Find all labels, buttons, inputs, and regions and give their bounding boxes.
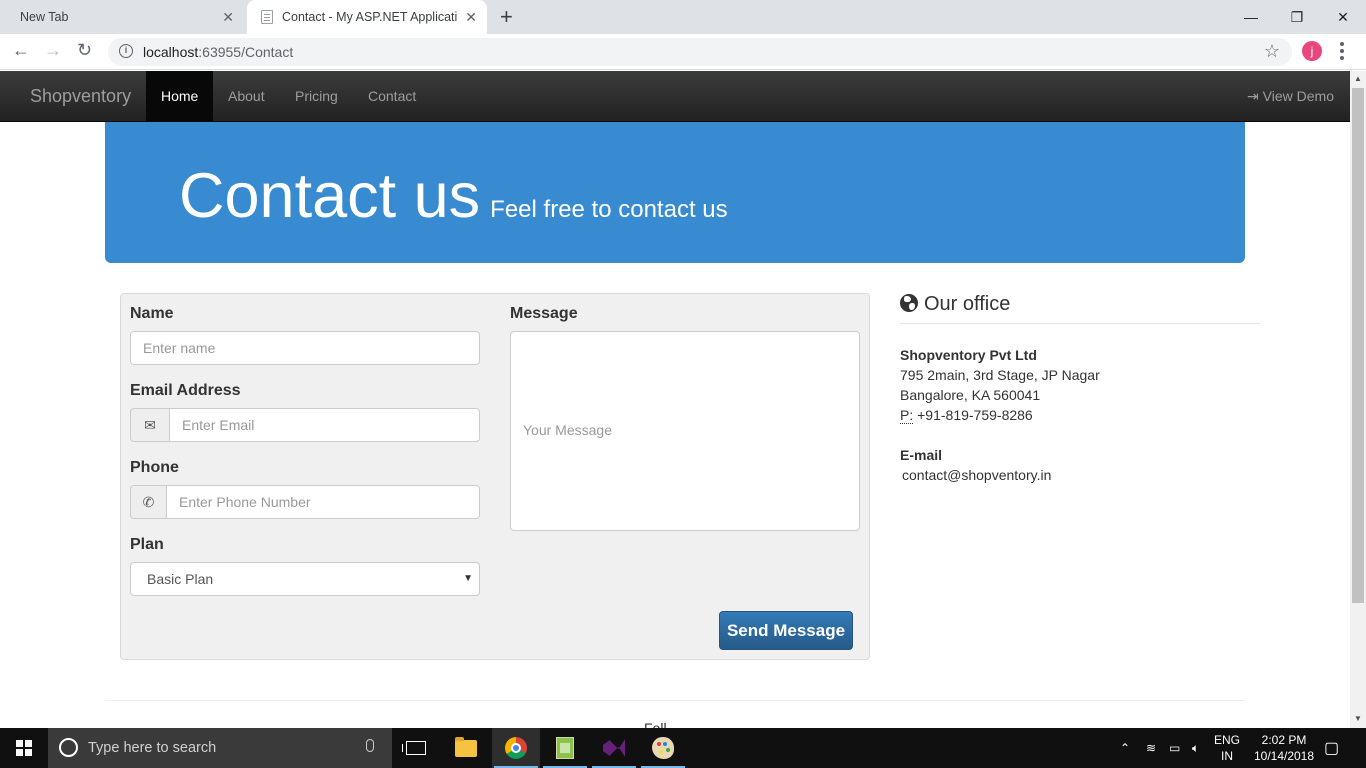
phone-label: Phone <box>130 459 179 476</box>
nav-pricing[interactable]: Pricing <box>280 71 353 121</box>
site-brand[interactable]: Shopventory <box>30 86 131 107</box>
sign-in-icon: ⇥ <box>1247 88 1263 104</box>
nav-contact[interactable]: Contact <box>353 71 431 121</box>
menu-kebab-icon[interactable] <box>1340 42 1344 60</box>
name-label: Name <box>130 305 174 322</box>
visual-studio-button[interactable] <box>590 728 638 768</box>
restore-button[interactable]: ❐ <box>1274 0 1320 34</box>
email-input[interactable]: Enter Email <box>169 408 480 442</box>
url-text[interactable]: localhost:63955/Contact <box>143 44 293 60</box>
folder-icon <box>455 736 477 757</box>
forward-arrow-icon[interactable]: → <box>44 40 62 61</box>
page-scrollbar[interactable]: ▲ ▼ <box>1350 71 1366 728</box>
clock-time: 2:02 PM <box>1261 733 1307 747</box>
phone-abbr: P: <box>900 407 914 424</box>
office-info: Our office Shopventory Pvt Ltd 795 2main… <box>900 293 1260 483</box>
close-window-button[interactable]: ✕ <box>1320 0 1366 34</box>
scroll-down-icon[interactable]: ▼ <box>1354 714 1362 723</box>
footer-divider <box>105 700 1245 701</box>
close-tab-icon[interactable]: ✕ <box>465 9 477 26</box>
address-bar[interactable]: i localhost:63955/Contact ☆ <box>108 38 1292 66</box>
reload-icon[interactable]: ↻ <box>77 40 92 61</box>
send-message-button[interactable]: Send Message <box>719 611 853 650</box>
scrollbar-thumb[interactable] <box>1352 88 1364 603</box>
browser-toolbar: ← → ↻ i localhost:63955/Contact ☆ j <box>0 34 1366 70</box>
cortana-icon <box>59 738 78 757</box>
chrome-icon <box>505 737 527 759</box>
plan-label: Plan <box>130 536 164 553</box>
task-view-icon <box>402 741 426 755</box>
back-arrow-icon[interactable]: ← <box>12 40 30 61</box>
scroll-up-icon[interactable]: ▲ <box>1354 74 1362 83</box>
windows-logo-icon <box>16 740 32 756</box>
phone-icon: ✆ <box>130 485 167 519</box>
office-address: Shopventory Pvt Ltd 795 2main, 3rd Stage… <box>900 345 1100 485</box>
plan-selected-value: Basic Plan <box>147 571 214 587</box>
notepad-button[interactable] <box>541 728 589 768</box>
page-title: Contact us Feel free to contact us <box>179 161 728 231</box>
office-phone: +91-819-759-8286 <box>917 407 1033 423</box>
globe-icon <box>900 294 918 312</box>
show-hidden-icons-icon[interactable]: ⌃ <box>1120 728 1130 768</box>
company-name: Shopventory Pvt Ltd <box>900 347 1037 363</box>
envelope-icon: ✉ <box>130 408 170 442</box>
battery-icon[interactable]: ▭ <box>1169 728 1180 768</box>
jumbotron: Contact us Feel free to contact us <box>105 122 1245 263</box>
info-icon[interactable]: i <box>119 44 133 58</box>
notifications-icon[interactable]: ▢ <box>1324 728 1339 768</box>
message-label: Message <box>510 305 578 322</box>
tab-contact[interactable]: Contact - My ASP.NET Application ✕ <box>247 0 487 34</box>
tab-strip: New Tab ✕ Contact - My ASP.NET Applicati… <box>0 0 1366 34</box>
network-icon[interactable]: ≋ <box>1146 728 1156 768</box>
file-explorer-button[interactable] <box>442 728 490 768</box>
plan-select[interactable]: Basic Plan ▼ <box>130 562 480 596</box>
search-placeholder: Type here to search <box>88 740 217 756</box>
taskbar-search[interactable]: Type here to search <box>48 728 392 768</box>
page-favicon-icon <box>261 10 273 24</box>
paint-button[interactable] <box>639 728 687 768</box>
office-heading: Our office <box>900 293 1260 324</box>
page-subtitle: Feel free to contact us <box>490 196 728 223</box>
minimize-button[interactable]: — <box>1228 0 1274 34</box>
page-viewport: Shopventory Home About Pricing Contact ⇥… <box>0 71 1350 728</box>
chevron-down-icon: ▼ <box>463 573 473 584</box>
windows-taskbar: Type here to search ⌃ ≋ ▭ 🔈︎ ENG IN 2:02 … <box>0 728 1366 768</box>
language-indicator[interactable]: ENG IN <box>1214 728 1240 768</box>
start-button[interactable] <box>0 728 48 768</box>
tab-title: New Tab <box>20 10 69 24</box>
contact-form: Name Enter name Email Address ✉ Enter Em… <box>120 293 870 660</box>
office-email-link[interactable]: contact@shopventory.in <box>902 467 1051 483</box>
visual-studio-icon <box>603 739 625 757</box>
nav-about[interactable]: About <box>213 71 280 121</box>
site-navbar: Shopventory Home About Pricing Contact ⇥… <box>0 71 1350 122</box>
nav-home[interactable]: Home <box>146 71 214 121</box>
clock-date: 10/14/2018 <box>1253 749 1315 763</box>
microphone-icon[interactable] <box>366 739 374 752</box>
notepad-icon <box>556 737 574 759</box>
email-label: Email Address <box>130 382 241 399</box>
paint-icon <box>652 737 674 759</box>
email-heading: E-mail <box>900 447 943 463</box>
new-tab-button[interactable]: + <box>500 4 513 30</box>
phone-input[interactable]: Enter Phone Number <box>166 485 480 519</box>
footer-text: Foll <box>644 720 667 728</box>
tab-title: Contact - My ASP.NET Application <box>282 10 457 24</box>
clock[interactable]: 2:02 PM 10/14/2018 <box>1250 728 1318 768</box>
profile-avatar[interactable]: j <box>1302 41 1322 61</box>
name-input[interactable]: Enter name <box>130 331 480 365</box>
address-line1: 795 2main, 3rd Stage, JP Nagar <box>900 367 1100 383</box>
chrome-button[interactable] <box>492 728 540 768</box>
tab-new-tab[interactable]: New Tab ✕ <box>0 0 244 34</box>
task-view-button[interactable] <box>392 728 440 768</box>
address-line2: Bangalore, KA 560041 <box>900 387 1041 403</box>
close-tab-icon[interactable]: ✕ <box>222 9 234 26</box>
view-demo-link[interactable]: ⇥ View Demo <box>1247 71 1334 121</box>
message-textarea[interactable]: Your Message <box>510 331 860 531</box>
bookmark-star-icon[interactable]: ☆ <box>1264 41 1280 62</box>
volume-icon[interactable]: 🔈︎ <box>1192 728 1199 768</box>
